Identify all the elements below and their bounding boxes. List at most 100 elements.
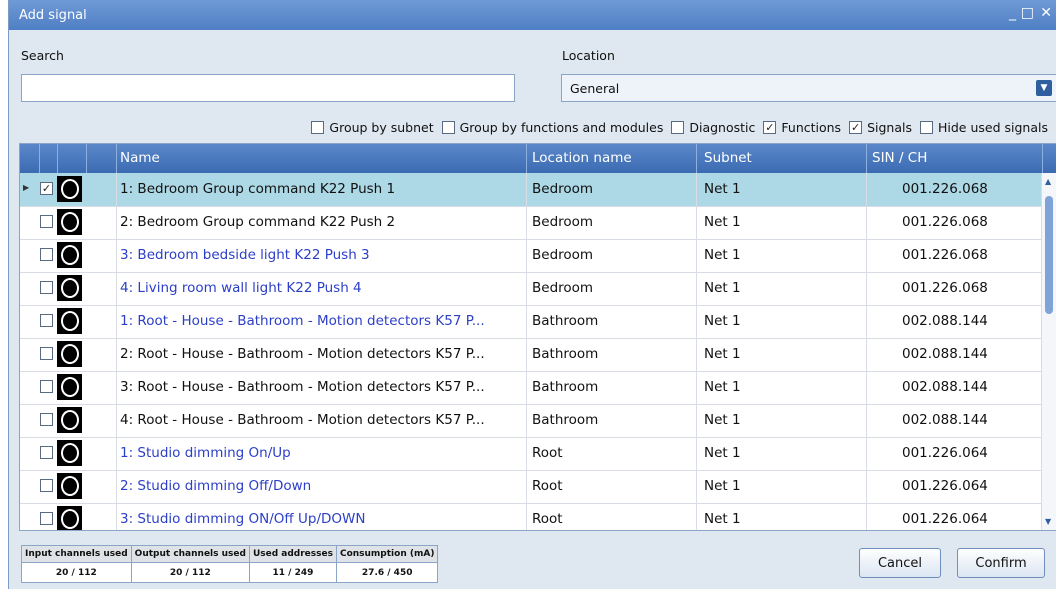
- signal-type-icon: [57, 209, 82, 235]
- signal-name: 1: Root - House - Bathroom - Motion dete…: [120, 313, 485, 329]
- signal-location: Bedroom: [532, 214, 594, 230]
- table-row[interactable]: 4: Living room wall light K22 Push 4 Bedr…: [20, 272, 1042, 306]
- filter-label: Functions: [781, 119, 842, 135]
- row-checkbox[interactable]: [40, 215, 53, 228]
- filter-label: Diagnostic: [689, 119, 756, 135]
- row-checkbox[interactable]: [40, 380, 53, 393]
- signal-sin-ch: 001.226.068: [902, 247, 988, 263]
- location-select[interactable]: General ▼: [561, 74, 1056, 102]
- row-checkbox[interactable]: [40, 479, 53, 492]
- filter-group-by-subnet[interactable]: Group by subnet: [311, 119, 434, 135]
- scroll-up-icon[interactable]: ▲: [1045, 177, 1051, 186]
- signal-sin-ch: 002.088.144: [902, 346, 988, 362]
- grid-header: Name Location name Subnet SIN / CH: [20, 144, 1056, 173]
- signal-name: 1: Studio dimming On/Up: [120, 445, 291, 461]
- filter-label: Signals: [867, 119, 912, 135]
- scrollbar-thumb[interactable]: [1045, 196, 1053, 314]
- filter-hide-used-signals[interactable]: Hide used signals: [920, 120, 1048, 135]
- row-checkbox[interactable]: [40, 446, 53, 459]
- filter-functions[interactable]: ✓ Functions: [763, 120, 841, 135]
- signal-sin-ch: 001.226.064: [902, 445, 988, 461]
- signal-name: 2: Studio dimming Off/Down: [120, 478, 312, 494]
- location-label: Location: [562, 48, 615, 63]
- scroll-down-icon[interactable]: ▼: [1045, 517, 1051, 526]
- signal-subnet: Net 1: [704, 412, 741, 428]
- row-checkbox[interactable]: [40, 248, 53, 261]
- table-row[interactable]: 2: Studio dimming Off/Down Root Net 1 001.2…: [20, 470, 1042, 504]
- signal-name: 1: Bedroom Group command K22 Push 1: [120, 181, 396, 197]
- row-checkbox[interactable]: [40, 314, 53, 327]
- filter-checkbox[interactable]: [441, 120, 455, 134]
- signal-subnet: Net 1: [704, 445, 741, 461]
- vertical-scrollbar[interactable]: ▲ ▼: [1041, 173, 1056, 530]
- column-header-name[interactable]: Name: [120, 150, 160, 166]
- confirm-button[interactable]: Confirm: [957, 548, 1045, 578]
- table-row[interactable]: 3: Studio dimming ON/Off Up/DOWN Root Net …: [20, 503, 1042, 530]
- signal-location: Root: [532, 478, 563, 494]
- signal-type-icon: [57, 176, 82, 202]
- signal-location: Bathroom: [532, 412, 599, 428]
- filter-group-by-functions-and-modules[interactable]: Group by functions and modules: [441, 119, 664, 135]
- signal-name: 4: Root - House - Bathroom - Motion dete…: [120, 412, 485, 428]
- column-header-location[interactable]: Location name: [532, 150, 632, 166]
- row-checkbox[interactable]: [40, 413, 53, 426]
- table-row[interactable]: ▶ ✓ 1: Bedroom Group command K22 Push 1 Bed…: [20, 173, 1042, 207]
- row-checkbox[interactable]: ✓: [40, 182, 53, 195]
- table-row[interactable]: 3: Root - House - Bathroom - Motion dete…: [20, 371, 1042, 405]
- table-row[interactable]: 1: Root - House - Bathroom - Motion dete…: [20, 305, 1042, 339]
- table-row[interactable]: 2: Bedroom Group command K22 Push 2 Bedro…: [20, 206, 1042, 240]
- row-checkbox[interactable]: [40, 281, 53, 294]
- signal-location: Bathroom: [532, 313, 599, 329]
- signal-location: Bedroom: [532, 247, 594, 263]
- table-row[interactable]: 4: Root - House - Bathroom - Motion dete…: [20, 404, 1042, 438]
- signal-location: Root: [532, 511, 563, 527]
- signal-type-icon: [57, 506, 82, 530]
- signal-location: Root: [532, 445, 563, 461]
- row-indicator-icon: ▶: [23, 183, 30, 192]
- table-row[interactable]: 2: Root - House - Bathroom - Motion dete…: [20, 338, 1042, 372]
- table-row[interactable]: 3: Bedroom bedside light K22 Push 3 Bedro…: [20, 239, 1042, 273]
- signal-name: 2: Bedroom Group command K22 Push 2: [120, 214, 396, 230]
- chevron-down-icon[interactable]: ▼: [1036, 80, 1052, 96]
- filter-label: Group by subnet: [329, 119, 434, 135]
- signal-name: 2: Root - House - Bathroom - Motion dete…: [120, 346, 485, 362]
- signal-sin-ch: 001.226.064: [902, 511, 988, 527]
- stat-value: 11 / 249: [272, 568, 314, 578]
- row-checkbox[interactable]: [40, 512, 53, 525]
- row-checkbox[interactable]: [40, 347, 53, 360]
- stat-label: Input channels used: [22, 546, 131, 563]
- filter-label: Hide used signals: [938, 119, 1048, 135]
- filter-checkbox[interactable]: ✓: [849, 120, 863, 134]
- filter-checkbox[interactable]: ✓: [763, 120, 777, 134]
- search-input[interactable]: [21, 74, 515, 102]
- stat-input-channels-used: Input channels used 20 / 112: [22, 546, 132, 582]
- stat-output-channels-used: Output channels used 20 / 112: [131, 546, 250, 582]
- signal-sin-ch: 001.226.068: [902, 214, 988, 230]
- signal-sin-ch: 001.226.064: [902, 478, 988, 494]
- signal-sin-ch: 001.226.068: [902, 280, 988, 296]
- cancel-button[interactable]: Cancel: [859, 548, 941, 578]
- signal-type-icon: [57, 374, 82, 400]
- column-header-subnet[interactable]: Subnet: [704, 150, 752, 166]
- usage-stats: Input channels used 20 / 112 Output channe…: [21, 545, 439, 583]
- maximize-icon[interactable]: □: [1021, 5, 1034, 21]
- signal-name: 3: Root - House - Bathroom - Motion dete…: [120, 379, 485, 395]
- filter-checkbox[interactable]: [920, 120, 933, 134]
- filter-checkbox[interactable]: [311, 120, 325, 134]
- signal-subnet: Net 1: [704, 478, 741, 494]
- table-row[interactable]: 1: Studio dimming On/Up Root Net 1 001.226.…: [20, 437, 1042, 471]
- signal-sin-ch: 002.088.144: [902, 313, 988, 329]
- signal-type-icon: [57, 242, 82, 268]
- filter-label: Group by functions and modules: [459, 119, 664, 135]
- signal-subnet: Net 1: [704, 280, 741, 296]
- signals-grid: Name Location name Subnet SIN / CH ▶ ✓ 1: …: [19, 143, 1056, 531]
- filter-diagnostic[interactable]: Diagnostic: [671, 120, 755, 135]
- stat-consumption-ma: Consumption (mA) 27.6 / 450: [336, 546, 438, 582]
- filter-signals[interactable]: ✓ Signals: [849, 120, 912, 135]
- filter-checkbox[interactable]: [671, 120, 685, 134]
- signal-subnet: Net 1: [704, 214, 741, 230]
- column-header-sin-ch[interactable]: SIN / CH: [872, 150, 927, 166]
- minimize-icon[interactable]: _: [1009, 5, 1016, 21]
- signal-location: Bathroom: [532, 379, 599, 395]
- close-icon[interactable]: ✕: [1040, 5, 1052, 21]
